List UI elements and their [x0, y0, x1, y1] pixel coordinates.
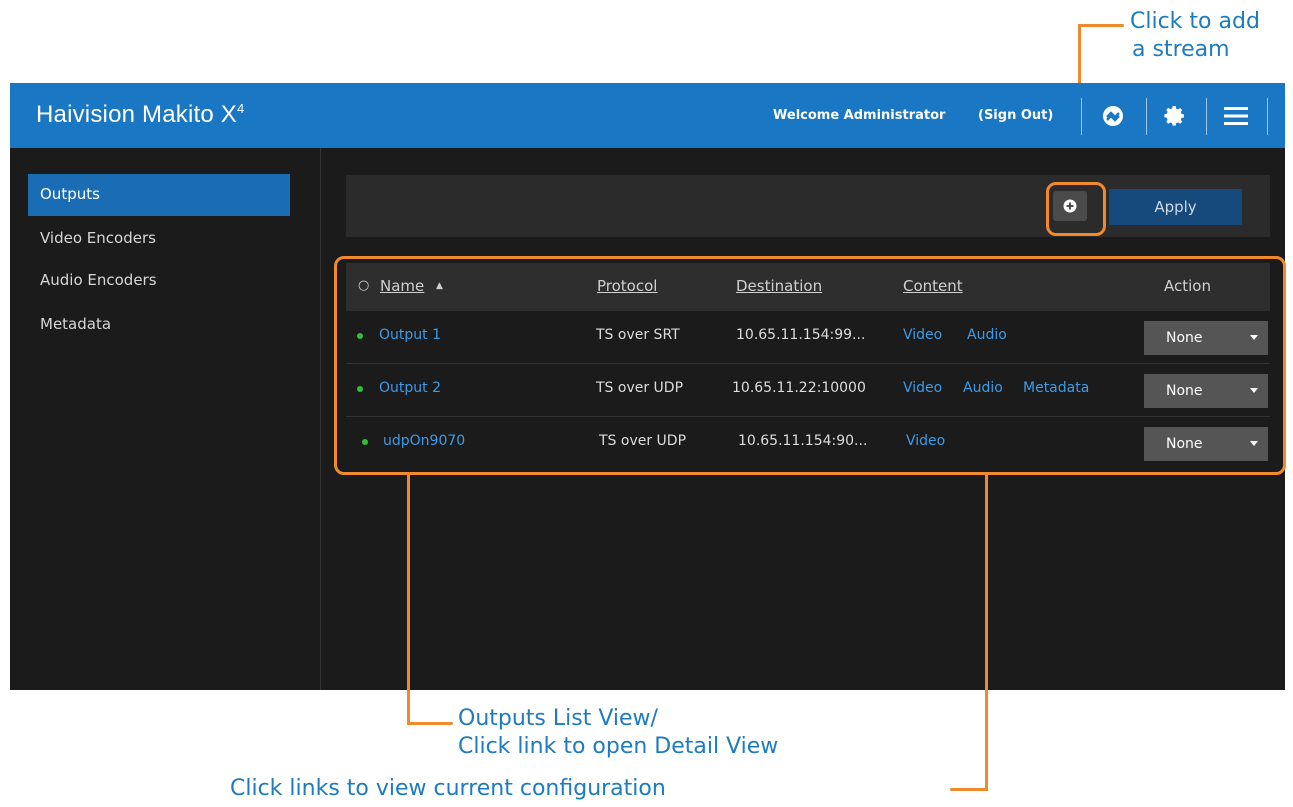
- gear-icon[interactable]: [1160, 101, 1190, 131]
- list-view-callout-line2: Click link to open Detail View: [458, 734, 779, 759]
- brand-logo: Haivision Makito X4: [36, 101, 244, 129]
- brand-name: Haivision Makito X: [36, 101, 238, 128]
- callout-connector: [407, 722, 453, 725]
- divider: [1206, 98, 1207, 135]
- list-view-callout-line1: Outputs List View/: [458, 706, 658, 731]
- sidebar-item-metadata[interactable]: Metadata: [28, 304, 290, 344]
- divider: [1146, 98, 1147, 135]
- apply-button[interactable]: Apply: [1109, 189, 1242, 225]
- divider: [1267, 98, 1268, 135]
- top-bar: Haivision Makito X4 Welcome Administrato…: [10, 83, 1285, 148]
- callout-connector: [950, 788, 988, 791]
- action-toolbar: Apply: [346, 175, 1270, 237]
- table-highlight: [334, 256, 1286, 475]
- sidebar: Outputs Video Encoders Audio Encoders Me…: [10, 148, 321, 690]
- divider: [1081, 98, 1082, 135]
- brand-sup: 4: [237, 101, 245, 116]
- add-stream-callout-line2: a stream: [1132, 37, 1230, 62]
- sign-out-link[interactable]: (Sign Out): [978, 108, 1053, 123]
- welcome-text: Welcome Administrator: [773, 108, 946, 123]
- add-stream-callout: Click to add a stream: [1130, 8, 1260, 64]
- sidebar-item-audio-encoders[interactable]: Audio Encoders: [28, 260, 290, 300]
- add-button-highlight: [1046, 182, 1106, 236]
- add-stream-callout-line1: Click to add: [1130, 9, 1260, 34]
- menu-icon[interactable]: [1221, 101, 1251, 131]
- callout-connector: [985, 475, 988, 791]
- callout-connector: [407, 475, 410, 725]
- sidebar-item-video-encoders[interactable]: Video Encoders: [28, 218, 290, 258]
- callout-connector: [1092, 24, 1124, 27]
- list-view-callout: Outputs List View/ Click link to open De…: [458, 705, 778, 761]
- callout-connector: [1078, 24, 1096, 27]
- config-callout: Click links to view current configuratio…: [230, 776, 666, 801]
- network-status-icon[interactable]: [1098, 101, 1128, 131]
- sidebar-item-outputs[interactable]: Outputs: [28, 174, 290, 216]
